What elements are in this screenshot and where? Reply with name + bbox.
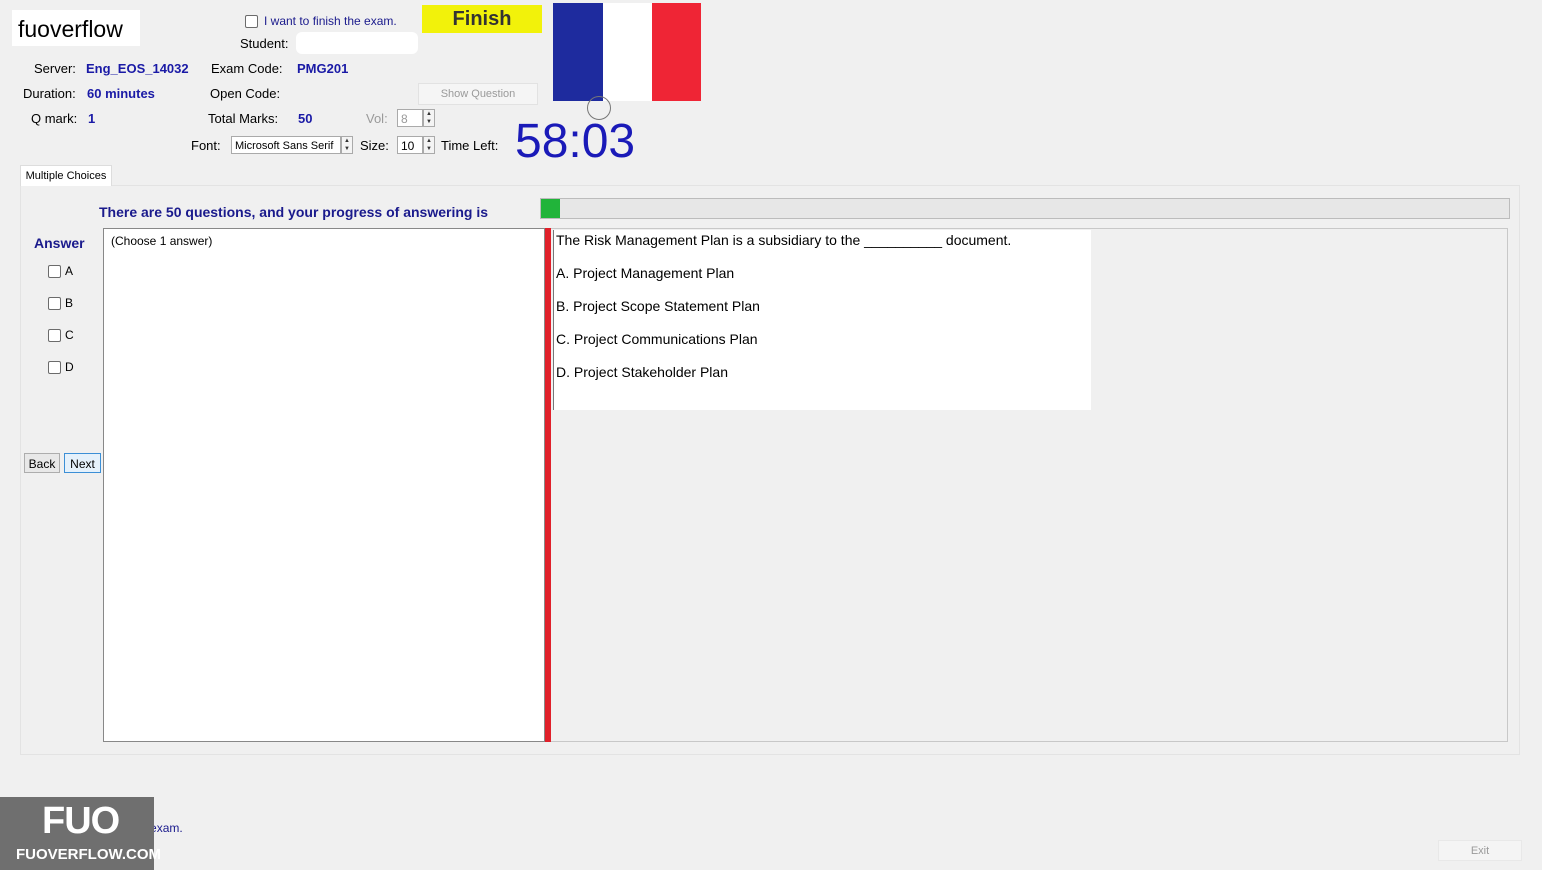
- timer: 58:03: [515, 115, 636, 168]
- exit-button[interactable]: Exit: [1438, 840, 1522, 861]
- flag-stripe-red: [652, 3, 701, 101]
- tab-multiple-choices[interactable]: Multiple Choices: [20, 165, 112, 186]
- finish-button[interactable]: Finish: [422, 5, 542, 33]
- answer-label: Answer: [34, 235, 85, 251]
- exam-code-value: PMG201: [297, 61, 349, 76]
- answer-area[interactable]: [103, 228, 545, 742]
- exam-code-label: Exam Code:: [211, 61, 283, 76]
- checkbox-b[interactable]: [48, 297, 61, 311]
- question-option-b: B. Project Scope Statement Plan: [556, 298, 760, 314]
- total-marks-value: 50: [298, 111, 313, 126]
- duration-value: 60 minutes: [87, 86, 155, 101]
- answer-option-a-label: A: [65, 264, 74, 278]
- flag-stripe-blue: [553, 3, 603, 101]
- time-left-label: Time Left:: [441, 138, 499, 153]
- checkbox-d[interactable]: [48, 361, 61, 375]
- answer-option-d[interactable]: D: [48, 360, 74, 375]
- font-spinner-arrows-icon[interactable]: ▲ ▼: [341, 136, 353, 154]
- answer-option-c[interactable]: C: [48, 328, 74, 343]
- question-text: The Risk Management Plan is a subsidiary…: [556, 232, 1012, 248]
- vol-spinner[interactable]: 8: [397, 109, 423, 127]
- finish-exam-label: I want to finish the exam.: [264, 14, 397, 28]
- question-option-a: A. Project Management Plan: [556, 265, 735, 281]
- logo-text: fuoverflow: [18, 16, 123, 42]
- vol-spinner-arrows-icon[interactable]: ▲ ▼: [423, 109, 435, 127]
- server-label: Server:: [34, 61, 76, 76]
- student-label: Student:: [240, 36, 289, 51]
- open-code-label: Open Code:: [210, 86, 281, 101]
- answer-option-b[interactable]: B: [48, 296, 74, 311]
- size-label: Size:: [360, 138, 389, 153]
- qmark-value: 1: [88, 111, 96, 126]
- checkbox-a[interactable]: [48, 265, 61, 279]
- answer-option-b-label: B: [65, 296, 74, 310]
- finish-exam-checkbox[interactable]: [245, 15, 258, 28]
- question-option-c: C. Project Communications Plan: [556, 331, 758, 347]
- checkbox-c[interactable]: [48, 329, 61, 343]
- progress-bar: [540, 198, 1510, 219]
- answer-option-a[interactable]: A: [48, 264, 74, 279]
- question-option-d: D. Project Stakeholder Plan: [556, 364, 728, 380]
- back-button[interactable]: Back: [24, 453, 60, 473]
- duration-label: Duration:: [23, 86, 76, 101]
- next-button[interactable]: Next: [64, 453, 101, 473]
- progress-fill: [541, 199, 561, 218]
- answer-option-c-label: C: [65, 328, 74, 342]
- qmark-label: Q mark:: [31, 111, 78, 126]
- watermark-url: FUOVERFLOW.COM: [16, 846, 161, 863]
- answer-option-d-label: D: [65, 360, 74, 374]
- size-spinner-arrows-icon[interactable]: ▲ ▼: [423, 136, 435, 154]
- size-spinner[interactable]: 10: [397, 136, 423, 154]
- watermark-logo: FUO: [42, 800, 120, 842]
- question-box: [553, 230, 1091, 410]
- server-value: Eng_EOS_14032: [86, 61, 189, 76]
- answer-hint: (Choose 1 answer): [111, 234, 213, 248]
- flag-stripe-white: [603, 3, 652, 101]
- total-marks-label: Total Marks:: [208, 111, 279, 126]
- vol-label: Vol:: [366, 111, 388, 126]
- font-label: Font:: [191, 138, 221, 153]
- progress-text: There are 50 questions, and your progres…: [99, 204, 488, 220]
- font-select[interactable]: Microsoft Sans Serif: [231, 136, 341, 154]
- circle-icon: [587, 96, 611, 120]
- student-field: [296, 32, 418, 54]
- show-question-button[interactable]: Show Question: [418, 83, 538, 105]
